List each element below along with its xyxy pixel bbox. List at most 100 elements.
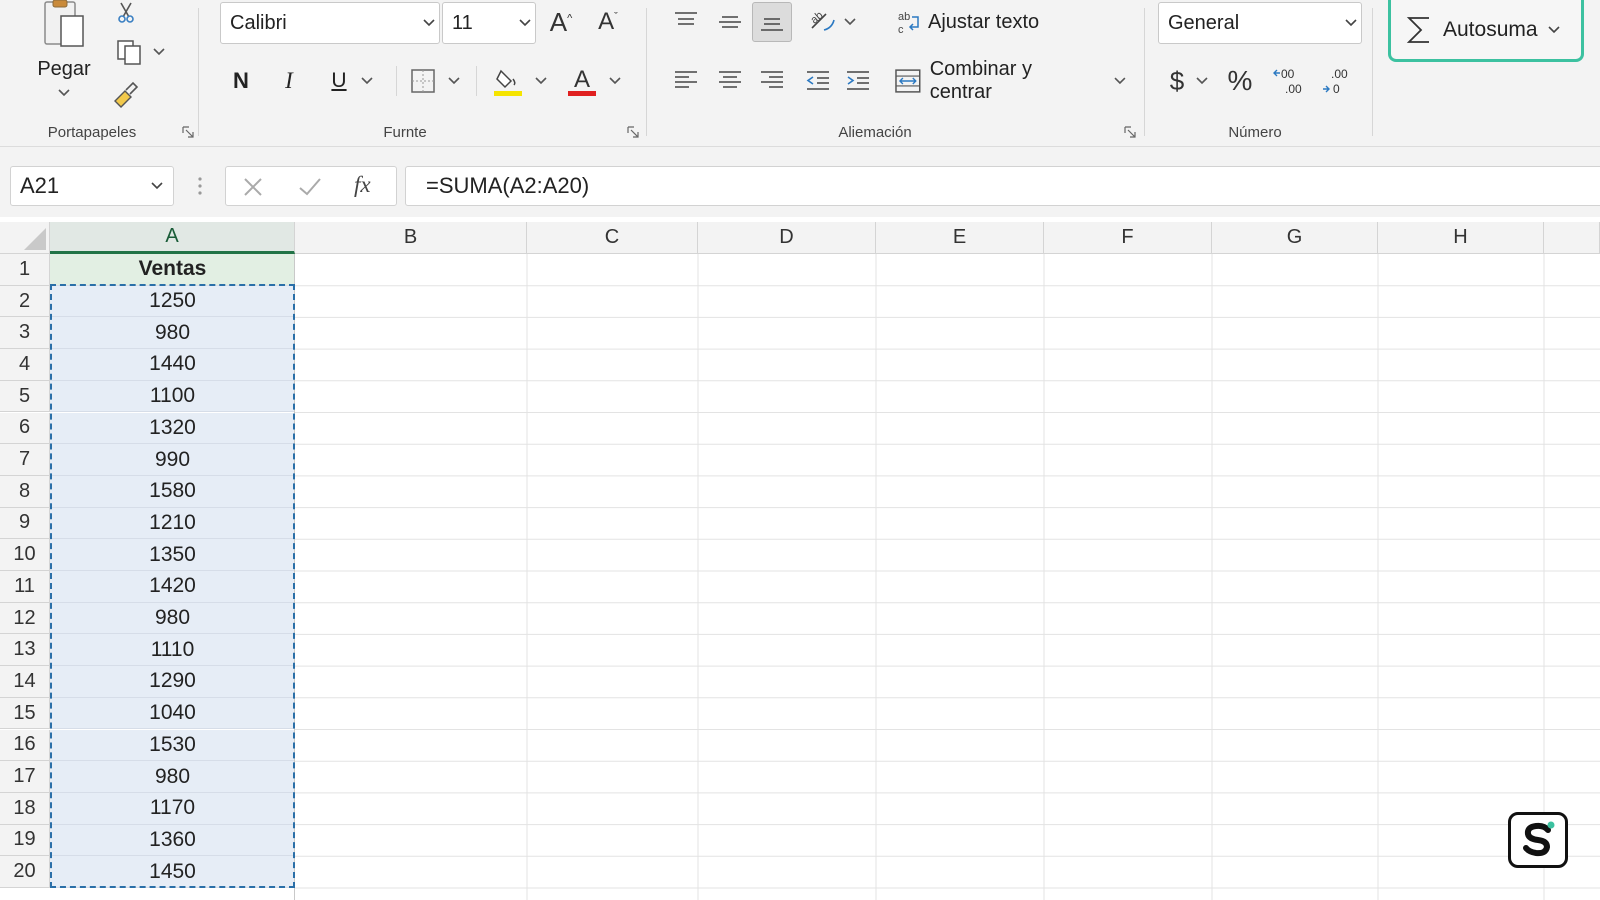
column-header-e[interactable]: E <box>876 222 1044 254</box>
increase-font-size-button[interactable]: A^ <box>543 4 579 40</box>
row-header[interactable]: 18 <box>0 792 50 825</box>
font-size-dropdown[interactable]: 11 <box>442 2 536 44</box>
name-box[interactable]: A21 <box>10 166 174 206</box>
row-header[interactable]: 11 <box>0 571 50 603</box>
font-dialog-launcher-icon[interactable] <box>627 126 639 138</box>
currency-format-button[interactable]: $ <box>1164 62 1214 100</box>
chevron-down-icon <box>515 19 535 27</box>
table-cell[interactable]: 1210 <box>50 507 295 540</box>
row-header[interactable]: 9 <box>0 507 50 540</box>
copy-button[interactable] <box>110 36 170 68</box>
column-header-f[interactable]: F <box>1044 222 1212 254</box>
row-header[interactable]: 2 <box>0 285 50 318</box>
row-header[interactable]: 19 <box>0 824 50 857</box>
formula-input[interactable]: =SUMA(A2:A20) <box>405 166 1600 206</box>
row-header[interactable]: 7 <box>0 444 50 476</box>
column-header-d[interactable]: D <box>698 222 876 254</box>
table-cell[interactable]: 1040 <box>50 697 295 730</box>
column-header-h[interactable]: H <box>1378 222 1544 254</box>
percent-format-button[interactable]: % <box>1220 62 1260 100</box>
clipboard-dialog-launcher-icon[interactable] <box>182 126 194 138</box>
row-header[interactable]: 15 <box>0 697 50 730</box>
alignment-dialog-launcher-icon[interactable] <box>1124 126 1136 138</box>
separator <box>198 8 199 136</box>
italic-button[interactable]: I <box>274 64 304 98</box>
decrease-font-size-button[interactable]: Aˇ <box>590 4 626 40</box>
more-options-icon[interactable] <box>196 175 204 197</box>
bold-button[interactable]: N <box>226 64 256 98</box>
row-header[interactable]: 20 <box>0 856 50 888</box>
row-header[interactable]: 1 <box>0 254 50 286</box>
cell-a1[interactable]: Ventas <box>50 254 295 286</box>
table-cell[interactable]: 1350 <box>50 539 295 571</box>
underline-button[interactable]: U <box>322 64 382 98</box>
table-cell[interactable]: 980 <box>50 602 295 635</box>
table-cell[interactable]: 1530 <box>50 729 295 762</box>
chevron-down-icon <box>153 48 165 56</box>
table-cell[interactable]: 1170 <box>50 792 295 825</box>
table-cell[interactable]: 1250 <box>50 285 295 318</box>
table-cell[interactable]: 1580 <box>50 475 295 508</box>
row-header[interactable]: 3 <box>0 317 50 350</box>
row-header[interactable]: 16 <box>0 729 50 762</box>
column-header-g[interactable]: G <box>1212 222 1378 254</box>
decrease-indent-button[interactable] <box>800 62 836 98</box>
worksheet-grid[interactable]: A B C D E F G H 1 2 3 4 5 6 7 8 9 10 11 … <box>0 222 1600 900</box>
wrap-text-button[interactable]: ab c Ajustar texto <box>896 4 1046 40</box>
decrease-decimal-button[interactable]: .00 0 <box>1318 62 1358 100</box>
increase-decimal-button[interactable]: 00.00 <box>1270 62 1310 100</box>
borders-button[interactable] <box>406 64 464 98</box>
table-cell[interactable]: 980 <box>50 317 295 350</box>
logo-s-icon <box>1523 821 1555 857</box>
font-name-dropdown[interactable]: Calibri <box>220 2 440 44</box>
format-painter-button[interactable] <box>110 80 140 110</box>
table-cell[interactable]: 1100 <box>50 380 295 413</box>
row-header[interactable]: 4 <box>0 349 50 381</box>
row-header[interactable]: 5 <box>0 380 50 413</box>
paste-icon <box>44 0 84 47</box>
table-cell[interactable]: 980 <box>50 761 295 793</box>
cancel-icon[interactable] <box>242 176 264 198</box>
column-header-a[interactable]: A <box>50 222 295 254</box>
column-header-blank[interactable] <box>1544 222 1600 254</box>
align-center-button[interactable] <box>712 62 748 98</box>
svg-text:ab: ab <box>898 11 910 23</box>
merge-center-button[interactable]: Combinar y centrar <box>894 58 1126 103</box>
row-header[interactable]: 6 <box>0 412 50 445</box>
row-header[interactable]: 10 <box>0 539 50 571</box>
table-cell[interactable]: 1360 <box>50 824 295 857</box>
align-right-button[interactable] <box>754 62 790 98</box>
number-format-dropdown[interactable]: General <box>1158 2 1362 44</box>
autosum-button[interactable]: Autosuma <box>1388 0 1584 62</box>
enter-icon[interactable] <box>298 176 322 198</box>
font-color-button[interactable]: A <box>564 62 624 100</box>
align-left-button[interactable] <box>668 62 704 98</box>
row-header[interactable]: 8 <box>0 475 50 508</box>
table-cell[interactable]: 1110 <box>50 634 295 667</box>
separator <box>1372 8 1373 136</box>
orientation-button[interactable]: ab <box>804 4 860 40</box>
row-header[interactable]: 14 <box>0 666 50 698</box>
row-header[interactable]: 12 <box>0 602 50 635</box>
row-header[interactable]: 13 <box>0 634 50 667</box>
table-cell[interactable]: 1440 <box>50 349 295 381</box>
align-middle-button[interactable] <box>712 4 748 40</box>
table-cell[interactable]: 1290 <box>50 666 295 698</box>
row-header[interactable]: 17 <box>0 761 50 793</box>
paste-label: Pegar <box>37 58 91 80</box>
table-cell[interactable]: 1320 <box>50 412 295 445</box>
increase-indent-button[interactable] <box>840 62 876 98</box>
table-cell[interactable]: 1450 <box>50 856 295 888</box>
column-header-b[interactable]: B <box>295 222 527 254</box>
cut-button[interactable] <box>112 0 140 24</box>
fill-color-button[interactable] <box>490 62 550 100</box>
paste-button[interactable]: Pegar <box>34 0 94 104</box>
column-header-c[interactable]: C <box>527 222 698 254</box>
table-cell[interactable]: 990 <box>50 444 295 476</box>
align-top-button[interactable] <box>668 4 704 40</box>
align-bottom-button[interactable] <box>752 2 792 42</box>
table-cell[interactable]: 1420 <box>50 571 295 603</box>
formula-value: =SUMA(A2:A20) <box>426 173 590 198</box>
select-all-corner[interactable] <box>0 222 50 254</box>
insert-function-icon[interactable]: fx <box>354 172 371 198</box>
